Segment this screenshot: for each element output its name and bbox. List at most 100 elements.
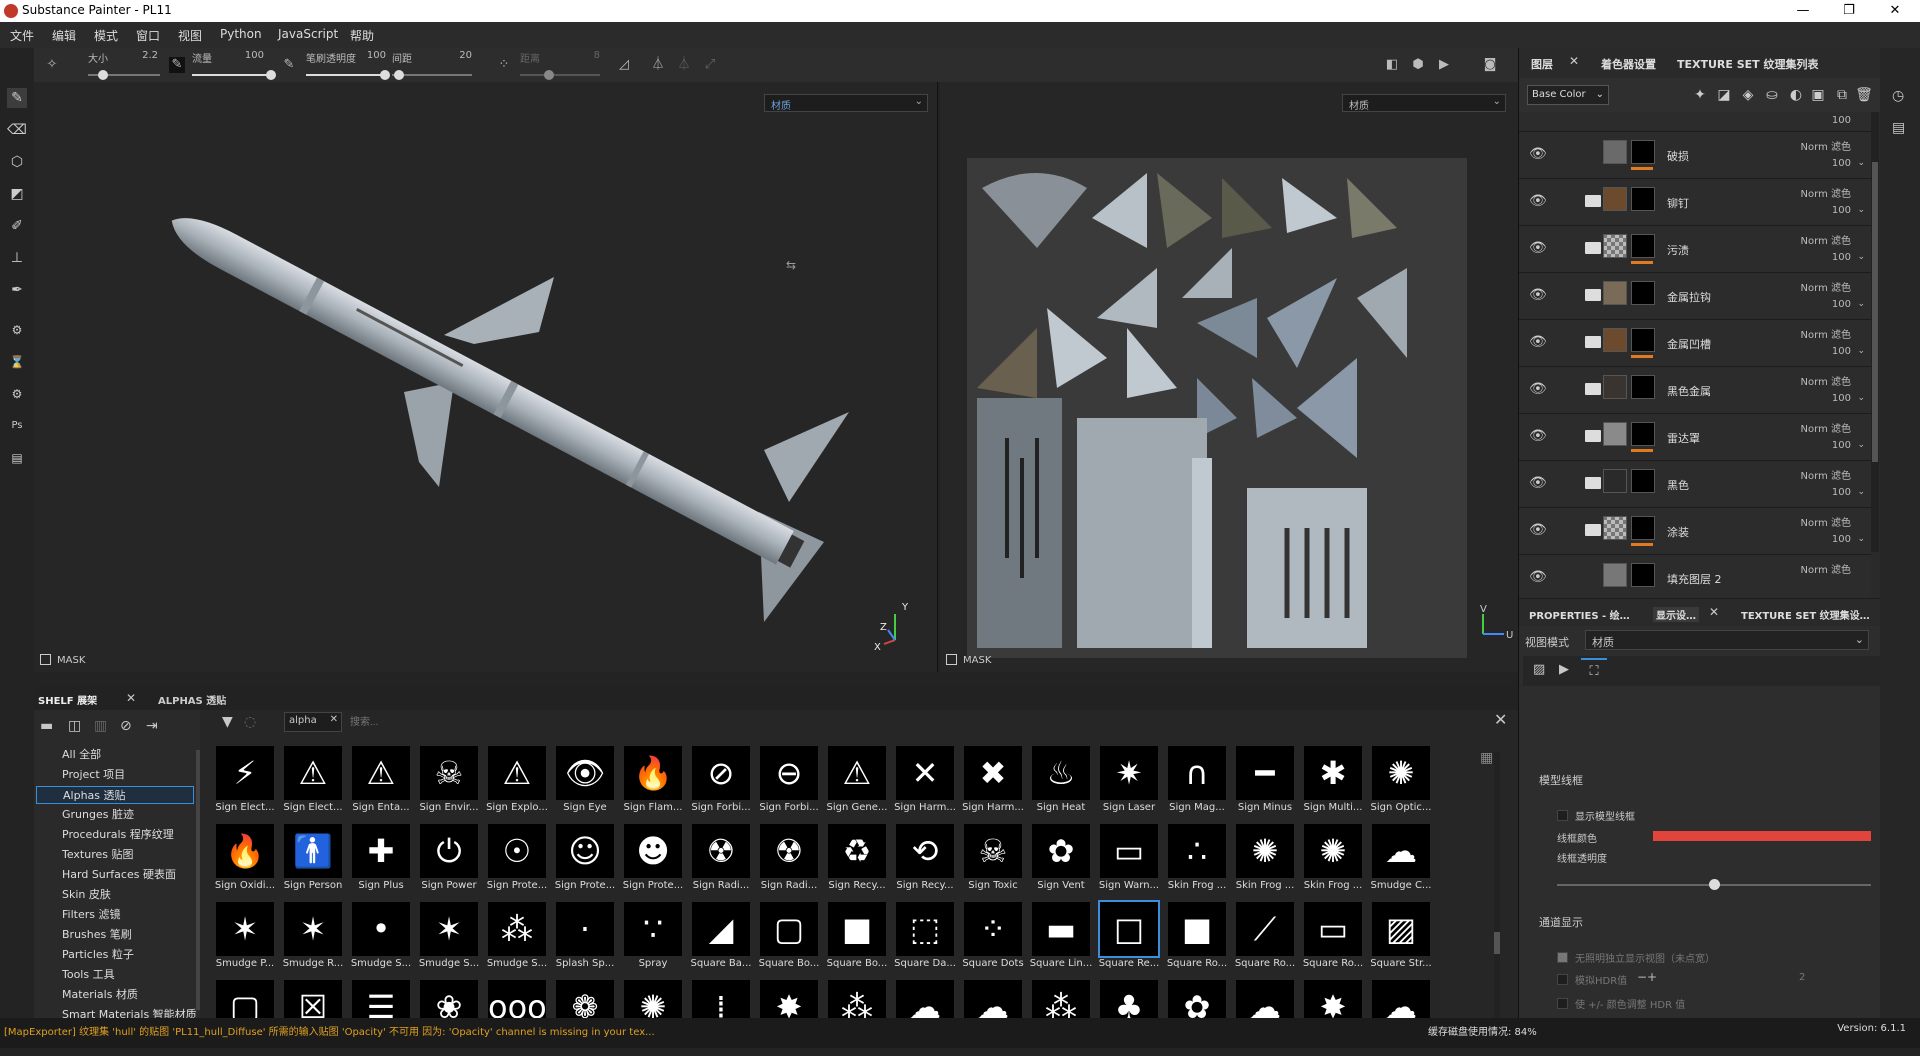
visibility-eye-icon[interactable]: 👁	[1529, 522, 1547, 538]
alpha-tile[interactable]: ☢ Sign Radi...	[756, 824, 822, 900]
paint-brush-icon[interactable]: ✎	[7, 88, 27, 108]
size-value[interactable]: 2.2	[128, 50, 158, 61]
tab-shelf[interactable]: SHELF 展架	[38, 692, 98, 712]
alpha-tile[interactable]: ∴ Skin Frog ...	[1164, 824, 1230, 900]
export-icon[interactable]: ▤	[7, 448, 27, 468]
alpha-tile[interactable]: ━ Sign Minus	[1232, 746, 1298, 822]
layer-row[interactable]: 👁 污渍 Norm 滤色 100 ⌄	[1519, 226, 1871, 273]
visibility-eye-icon[interactable]: 👁	[1529, 240, 1547, 256]
delete-icon[interactable]: 🗑	[1855, 87, 1873, 105]
layer-mask-thumbnail[interactable]	[1631, 187, 1655, 211]
alpha-tile[interactable]: 🔥 Sign Oxidi...	[212, 824, 278, 900]
channel-select[interactable]: Base Color ⌄	[1527, 85, 1609, 105]
layer-blend-mode[interactable]: Norm 滤色	[1801, 561, 1851, 576]
shelf-category[interactable]: Brushes 笔刷	[62, 926, 132, 942]
add-smart-mask-icon[interactable]: ◐	[1787, 87, 1805, 105]
opacity-pressure-icon[interactable]: ✎	[281, 57, 297, 73]
alpha-tile[interactable]: ✱ Sign Multi...	[1300, 746, 1366, 822]
alpha-tile[interactable]: ⁂ Smudge S...	[484, 902, 550, 978]
shelf-category[interactable]: Materials 材质	[62, 986, 138, 1002]
shelf-category[interactable]: Hard Surfaces 硬表面	[62, 866, 176, 882]
history-clock-icon[interactable]: ◷	[1892, 88, 1904, 104]
alpha-tile[interactable]: ■ Square Ro...	[1164, 902, 1230, 978]
menu-view[interactable]: 视图	[178, 27, 202, 44]
menu-help[interactable]: 帮助	[350, 27, 374, 44]
alpha-tile[interactable]: ▭ Sign Warn...	[1096, 824, 1162, 900]
hdr-stepper[interactable]: −+	[1637, 970, 1657, 984]
menu-edit[interactable]: 编辑	[52, 27, 76, 44]
layer-mask-thumbnail[interactable]	[1631, 516, 1655, 540]
alpha-tile[interactable]: 🔥 Sign Flam...	[620, 746, 686, 822]
mirror-icon[interactable]: ⏃	[650, 57, 666, 73]
search-input[interactable]	[350, 712, 1450, 732]
clear-search-icon[interactable]: ✕	[1494, 710, 1507, 729]
color-picker-icon[interactable]: ✒	[7, 280, 27, 300]
view-mode-select[interactable]: 材质 ⌄	[1585, 630, 1869, 650]
pen-pressure-icon[interactable]: ✎	[169, 57, 185, 73]
alpha-tile[interactable]: ☉ Sign Prote...	[484, 824, 550, 900]
alpha-tile[interactable]: ⚠ Sign Gene...	[824, 746, 890, 822]
wire-color-swatch[interactable]	[1653, 831, 1871, 841]
shelf-category[interactable]: Skin 皮肤	[62, 886, 111, 902]
layer-row[interactable]: 👁 破损 Norm 滤色 100 ⌄	[1519, 132, 1871, 179]
shelf-category[interactable]: Textures 贴图	[62, 846, 134, 862]
photoshop-icon[interactable]: Ps	[7, 416, 27, 436]
shelf-scrollbar[interactable]	[1494, 752, 1500, 1018]
shelf-category[interactable]: Filters 滤镜	[62, 906, 120, 922]
alpha-tile[interactable]: ✖ Sign Harm...	[960, 746, 1026, 822]
camera-icon[interactable]: ▶	[1436, 57, 1452, 73]
tab-display-settings[interactable]: 显示设…	[1653, 607, 1699, 622]
wire-opacity-slider-knob[interactable]	[1709, 879, 1720, 890]
layer-name[interactable]: 金属拉钩	[1667, 289, 1711, 305]
layer-row[interactable]: 👁 金属拉钩 Norm 滤色 100 ⌄	[1519, 273, 1871, 320]
alpha-tile[interactable]: · Splash Sp...	[552, 902, 618, 978]
close-icon[interactable]: ✕	[126, 691, 136, 705]
viewport-3d[interactable]: 材质 ⌄ MASK Y Z X ⇆	[34, 82, 938, 672]
shelf-category[interactable]: Procedurals 程序纹理	[62, 826, 174, 842]
alpha-tile[interactable]: ⚡ Sign Elect...	[212, 746, 278, 822]
spacing-slider-track[interactable]	[392, 74, 472, 76]
clone-stamp-icon[interactable]: ⊥	[7, 248, 27, 268]
alpha-tile[interactable]: ☢ Sign Radi...	[688, 824, 754, 900]
close-icon[interactable]: ✕	[1709, 605, 1719, 619]
tab-shader-settings[interactable]: 着色器设置	[1601, 56, 1656, 72]
layer-row[interactable]: 👁 黑色金属 Norm 滤色 100 ⌄	[1519, 367, 1871, 414]
visibility-eye-icon[interactable]: 👁	[1529, 569, 1547, 585]
alpha-tile[interactable]: ⚠ Sign Enta...	[348, 746, 414, 822]
alpha-tile[interactable]: 🚹 Sign Person	[280, 824, 346, 900]
layer-opacity[interactable]: 100	[1832, 393, 1851, 404]
hdr-value[interactable]: 2	[1799, 972, 1805, 983]
minimize-button[interactable]: —	[1780, 0, 1826, 22]
alpha-tile[interactable]: ⏻ Sign Power	[416, 824, 482, 900]
bake-settings-icon[interactable]: ⚙	[7, 320, 27, 340]
filter-icon[interactable]: ▼	[222, 714, 233, 730]
layer-blend-mode[interactable]: Norm 滤色	[1801, 373, 1851, 388]
alpha-tile[interactable]: ✚ Sign Plus	[348, 824, 414, 900]
flow-value[interactable]: 100	[234, 50, 264, 61]
visibility-eye-icon[interactable]: 👁	[1529, 287, 1547, 303]
tab-texture-set-settings[interactable]: TEXTURE SET 纹理集设…	[1741, 607, 1870, 622]
eraser-icon[interactable]: ⌫	[7, 120, 27, 140]
layer-opacity[interactable]: 100	[1832, 205, 1851, 216]
shelf-category[interactable]: Project 项目	[62, 766, 125, 782]
visibility-eye-icon[interactable]: 👁	[1529, 334, 1547, 350]
layer-blend-mode[interactable]: Norm 滤色	[1801, 514, 1851, 529]
alpha-tile[interactable]: ✺ Skin Frog ...	[1232, 824, 1298, 900]
menu-file[interactable]: 文件	[10, 27, 34, 44]
alpha-tile[interactable]: ☁ Smudge C...	[1368, 824, 1434, 900]
menu-window[interactable]: 窗口	[136, 27, 160, 44]
layer-mask-thumbnail[interactable]	[1631, 469, 1655, 493]
add-fill-layer-icon[interactable]: ◈	[1739, 87, 1757, 105]
visibility-eye-icon[interactable]: 👁	[1529, 193, 1547, 209]
environment-icon[interactable]: ▨	[1533, 662, 1545, 677]
camera-settings-icon[interactable]: ▶	[1559, 662, 1569, 677]
projection-icon[interactable]: ⬡	[7, 152, 27, 172]
stroke-opacity-slider-knob[interactable]	[380, 70, 390, 80]
alpha-tile[interactable]: ■ Square Bo...	[824, 902, 890, 978]
menu-javascript[interactable]: JavaScript	[278, 27, 338, 41]
layer-name[interactable]: 破损	[1667, 148, 1689, 164]
spacing-value[interactable]: 20	[442, 50, 472, 61]
menu-python[interactable]: Python	[220, 27, 262, 41]
alpha-tile[interactable]: ☠ Sign Toxic	[960, 824, 1026, 900]
mask-toggle-2d[interactable]: MASK	[946, 654, 991, 666]
